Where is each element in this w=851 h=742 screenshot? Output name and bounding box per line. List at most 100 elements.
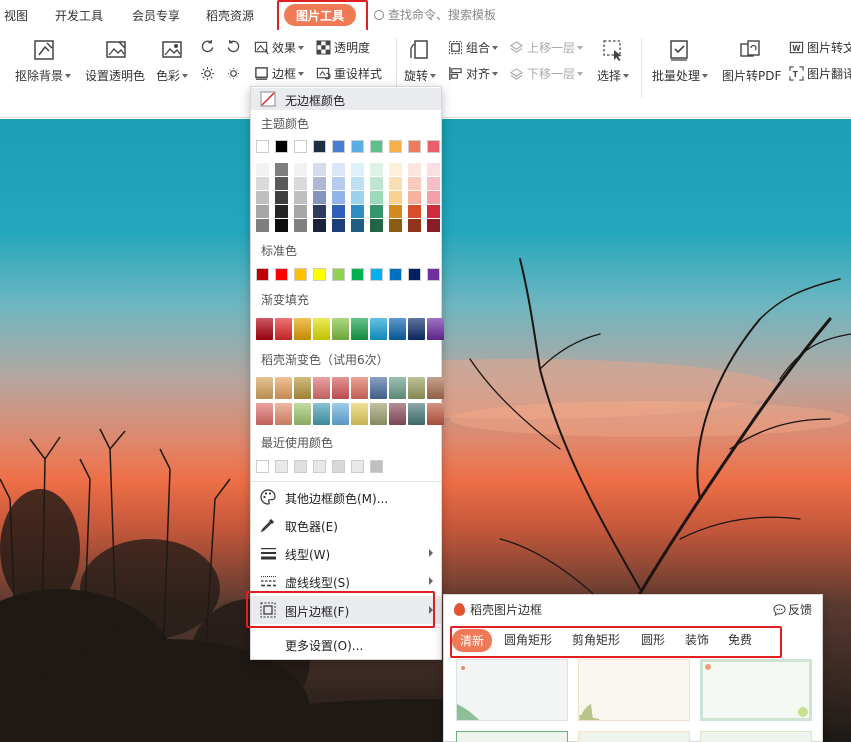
more-border-colors-item[interactable]: 其他边框颜色(M)...: [251, 484, 441, 510]
color-swatch[interactable]: [256, 219, 269, 232]
gradient-swatch[interactable]: [370, 318, 387, 340]
color-swatch[interactable]: [313, 205, 326, 218]
color-swatch[interactable]: [370, 268, 383, 281]
color-swatch[interactable]: [427, 140, 440, 153]
gradient-swatch[interactable]: [427, 318, 444, 340]
tab-picture-tools[interactable]: 图片工具: [284, 4, 357, 26]
gradient-swatch[interactable]: [370, 403, 387, 425]
color-swatch[interactable]: [256, 163, 269, 176]
color-swatch[interactable]: [275, 219, 288, 232]
reset-style-button[interactable]: 重设样式: [316, 65, 382, 82]
color-swatch[interactable]: [351, 205, 364, 218]
gradient-swatch[interactable]: [275, 318, 292, 340]
color-swatch[interactable]: [275, 140, 288, 153]
transparency-button[interactable]: 透明度: [316, 39, 370, 56]
color-swatch[interactable]: [275, 177, 288, 190]
color-swatch[interactable]: [389, 177, 402, 190]
border-thumbnail[interactable]: [456, 659, 568, 721]
rotate-right-icon[interactable]: [226, 39, 241, 54]
batch-process-button[interactable]: 批量处理: [652, 67, 709, 84]
color-swatch[interactable]: [351, 177, 364, 190]
eyedropper-item[interactable]: 取色器(E): [251, 512, 441, 538]
gradient-swatch[interactable]: [313, 318, 330, 340]
border-thumbnail[interactable]: [578, 731, 690, 742]
rotate-left-icon[interactable]: [200, 39, 215, 54]
color-button[interactable]: 色彩: [156, 67, 189, 84]
color-swatch[interactable]: [332, 140, 345, 153]
color-swatch[interactable]: [370, 191, 383, 204]
border-thumbnail[interactable]: [456, 731, 568, 742]
more-settings-item[interactable]: 更多设置(O)...: [251, 631, 441, 657]
color-swatch[interactable]: [389, 205, 402, 218]
color-swatch[interactable]: [313, 191, 326, 204]
gradient-swatch[interactable]: [332, 403, 349, 425]
border-button[interactable]: 边框: [254, 65, 305, 82]
dash-type-item[interactable]: 虚线线型(S): [251, 568, 441, 594]
picture-to-pdf-button[interactable]: 图片转PDF: [722, 67, 781, 84]
tab-daoke-resources[interactable]: 稻壳资源: [206, 7, 254, 24]
gradient-swatch[interactable]: [275, 377, 292, 399]
color-swatch[interactable]: [313, 177, 326, 190]
tab-fresh[interactable]: 清新: [452, 629, 493, 652]
send-backward-button[interactable]: 下移一层: [509, 65, 584, 82]
gradient-swatch[interactable]: [408, 377, 425, 399]
tab-rounded-rect[interactable]: 圆角矩形: [504, 631, 552, 648]
bring-forward-button[interactable]: 上移一层: [509, 39, 584, 56]
color-swatch[interactable]: [256, 205, 269, 218]
color-swatch[interactable]: [427, 191, 440, 204]
color-swatch[interactable]: [408, 205, 421, 218]
color-swatch[interactable]: [427, 268, 440, 281]
color-swatch[interactable]: [275, 163, 288, 176]
line-type-item[interactable]: 线型(W): [251, 540, 441, 566]
color-swatch[interactable]: [294, 460, 307, 473]
select-button[interactable]: 选择: [597, 67, 630, 84]
border-thumbnail[interactable]: [700, 731, 812, 742]
color-swatch[interactable]: [256, 268, 269, 281]
no-border-color-item[interactable]: 无边框颜色: [251, 88, 441, 110]
set-transparent-button[interactable]: 设置透明色: [85, 67, 145, 84]
color-swatch[interactable]: [275, 205, 288, 218]
gradient-swatch[interactable]: [256, 403, 273, 425]
color-swatch[interactable]: [427, 177, 440, 190]
gradient-swatch[interactable]: [294, 377, 311, 399]
color-swatch[interactable]: [256, 140, 269, 153]
color-swatch[interactable]: [332, 219, 345, 232]
color-swatch[interactable]: [370, 163, 383, 176]
align-button[interactable]: 对齐: [448, 65, 499, 82]
color-swatch[interactable]: [294, 205, 307, 218]
tab-free[interactable]: 免费: [728, 631, 752, 648]
gradient-swatch[interactable]: [427, 377, 444, 399]
color-swatch[interactable]: [351, 268, 364, 281]
color-swatch[interactable]: [408, 268, 421, 281]
rotate-button[interactable]: 旋转: [404, 67, 437, 84]
decrease-brightness-icon[interactable]: [226, 66, 241, 81]
color-swatch[interactable]: [294, 177, 307, 190]
gradient-swatch[interactable]: [313, 377, 330, 399]
color-swatch[interactable]: [427, 163, 440, 176]
color-swatch[interactable]: [389, 219, 402, 232]
group-button[interactable]: 组合: [448, 39, 499, 56]
gradient-swatch[interactable]: [275, 403, 292, 425]
color-swatch[interactable]: [332, 191, 345, 204]
color-swatch[interactable]: [313, 140, 326, 153]
border-thumbnail[interactable]: [700, 659, 812, 721]
tab-cut-corner-rect[interactable]: 剪角矩形: [572, 631, 620, 648]
gradient-swatch[interactable]: [256, 377, 273, 399]
color-swatch[interactable]: [389, 140, 402, 153]
picture-border-item[interactable]: 图片边框(F): [251, 596, 441, 624]
gradient-swatch[interactable]: [408, 403, 425, 425]
gradient-swatch[interactable]: [332, 377, 349, 399]
color-swatch[interactable]: [389, 191, 402, 204]
gradient-swatch[interactable]: [351, 318, 368, 340]
gradient-swatch[interactable]: [294, 403, 311, 425]
color-swatch[interactable]: [427, 205, 440, 218]
gradient-swatch[interactable]: [294, 318, 311, 340]
color-swatch[interactable]: [332, 163, 345, 176]
color-swatch[interactable]: [370, 219, 383, 232]
color-swatch[interactable]: [370, 140, 383, 153]
tab-developer-tools[interactable]: 开发工具: [55, 7, 103, 24]
gradient-swatch[interactable]: [351, 377, 368, 399]
color-swatch[interactable]: [313, 163, 326, 176]
color-swatch[interactable]: [332, 205, 345, 218]
tab-member-exclusive[interactable]: 会员专享: [132, 7, 180, 24]
